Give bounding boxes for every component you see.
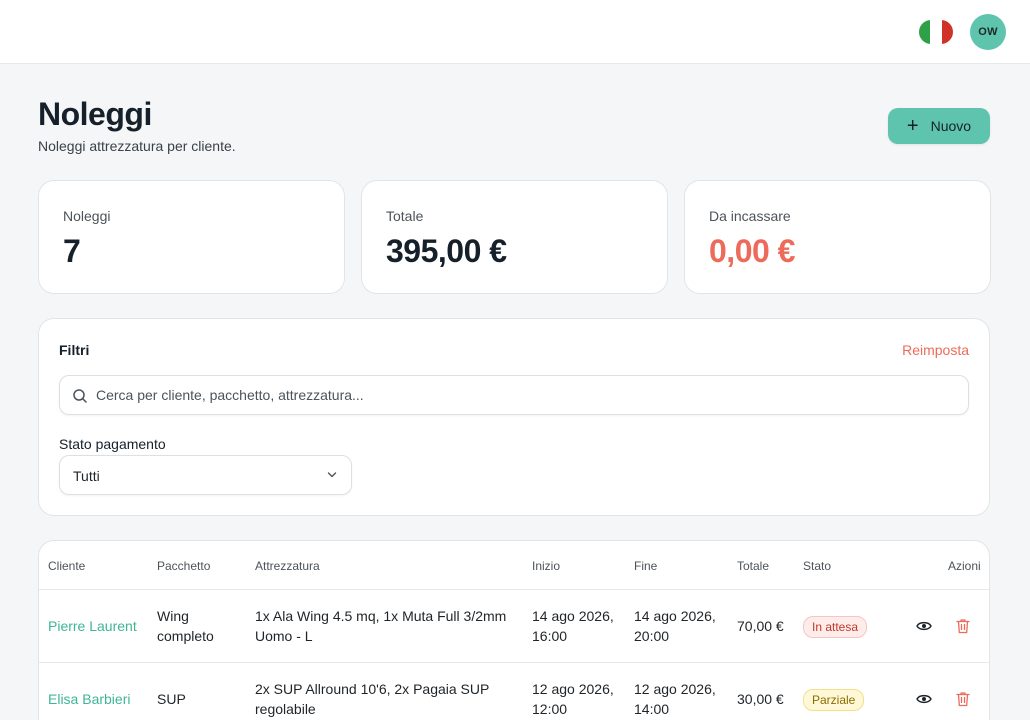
flag-red-stripe bbox=[941, 20, 953, 44]
table-row[interactable]: Elisa Barbieri SUP 2x SUP Allround 10'6,… bbox=[39, 663, 989, 720]
avatar[interactable]: OW bbox=[970, 14, 1006, 50]
equipment-cell: 1x Ala Wing 4.5 mq, 1x Muta Full 3/2mm U… bbox=[255, 606, 506, 646]
new-button-label: Nuovo bbox=[930, 118, 972, 134]
page-title: Noleggi bbox=[38, 96, 152, 132]
equipment-line: 2x SUP Allround 10'6, 2x Pagaia SUP bbox=[255, 681, 490, 697]
top-bar: OW bbox=[0, 0, 1030, 64]
plus-icon: + bbox=[906, 115, 919, 137]
delete-button[interactable] bbox=[953, 616, 973, 636]
start-time: 16:00 bbox=[532, 628, 568, 644]
payment-status-select[interactable]: Tutti bbox=[59, 455, 352, 495]
stat-label: Da incassare bbox=[709, 208, 791, 224]
trash-icon bbox=[956, 619, 970, 634]
eye-icon bbox=[916, 694, 932, 704]
filters-title: Filtri bbox=[59, 342, 90, 358]
stat-label: Noleggi bbox=[63, 208, 111, 224]
view-button[interactable] bbox=[914, 689, 934, 709]
stat-card-due: Da incassare 0,00 € bbox=[684, 180, 991, 294]
end-time: 20:00 bbox=[634, 628, 670, 644]
search-icon bbox=[73, 389, 87, 403]
end-cell: 14 ago 2026, 20:00 bbox=[634, 606, 716, 646]
column-header-start[interactable]: Inizio bbox=[532, 559, 560, 573]
stat-card-rentals: Noleggi 7 bbox=[38, 180, 345, 294]
start-date: 14 ago 2026, bbox=[532, 608, 614, 624]
stat-label: Totale bbox=[386, 208, 424, 224]
filters-panel: Filtri Reimposta Stato pagamento Tutti bbox=[38, 318, 990, 516]
column-header-end[interactable]: Fine bbox=[634, 559, 657, 573]
chevron-down-icon bbox=[327, 472, 337, 478]
column-header-package[interactable]: Pacchetto bbox=[157, 559, 210, 573]
start-date: 12 ago 2026, bbox=[532, 681, 614, 697]
package-cell: Wing completo bbox=[157, 606, 214, 646]
stat-value: 7 bbox=[63, 233, 81, 269]
reset-filters-link[interactable]: Reimposta bbox=[902, 342, 969, 358]
total-cell: 30,00 € bbox=[737, 691, 784, 707]
package-cell: SUP bbox=[157, 689, 186, 709]
table-row[interactable]: Pierre Laurent Wing completo 1x Ala Wing… bbox=[39, 590, 989, 663]
stat-value: 0,00 € bbox=[709, 233, 795, 269]
end-date: 14 ago 2026, bbox=[634, 608, 716, 624]
column-header-total[interactable]: Totale bbox=[737, 559, 769, 573]
end-time: 14:00 bbox=[634, 701, 670, 717]
equipment-line: regolabile bbox=[255, 701, 316, 717]
trash-icon bbox=[956, 692, 970, 707]
search-input[interactable] bbox=[96, 376, 956, 414]
eye-icon bbox=[916, 621, 932, 631]
package-line: completo bbox=[157, 628, 214, 644]
flag-white-stripe bbox=[930, 20, 942, 44]
italy-flag-icon[interactable] bbox=[919, 20, 953, 44]
end-date: 12 ago 2026, bbox=[634, 681, 716, 697]
column-header-client[interactable]: Cliente bbox=[48, 559, 85, 573]
total-cell: 70,00 € bbox=[737, 618, 784, 634]
payment-status-value: Tutti bbox=[73, 468, 100, 484]
new-rental-button[interactable]: + Nuovo bbox=[888, 108, 990, 144]
status-badge: In attesa bbox=[803, 616, 868, 638]
column-header-status[interactable]: Stato bbox=[803, 559, 831, 573]
search-box bbox=[59, 375, 969, 415]
stat-card-total: Totale 395,00 € bbox=[361, 180, 668, 294]
client-link[interactable]: Elisa Barbieri bbox=[48, 689, 130, 709]
client-link[interactable]: Pierre Laurent bbox=[48, 616, 137, 636]
stat-value: 395,00 € bbox=[386, 233, 507, 269]
column-header-actions: Azioni bbox=[948, 559, 981, 573]
package-line: Wing bbox=[157, 608, 189, 624]
equipment-cell: 2x SUP Allround 10'6, 2x Pagaia SUP rego… bbox=[255, 679, 489, 719]
start-time: 12:00 bbox=[532, 701, 568, 717]
rentals-table: Cliente Pacchetto Attrezzatura Inizio Fi… bbox=[38, 540, 990, 720]
status-badge: Parziale bbox=[803, 689, 865, 711]
equipment-line: Uomo - L bbox=[255, 628, 313, 644]
equipment-line: 1x Ala Wing 4.5 mq, 1x Muta Full 3/2mm bbox=[255, 608, 507, 624]
payment-status-label: Stato pagamento bbox=[59, 436, 166, 452]
delete-button[interactable] bbox=[953, 689, 973, 709]
end-cell: 12 ago 2026, 14:00 bbox=[634, 679, 716, 719]
view-button[interactable] bbox=[914, 616, 934, 636]
start-cell: 14 ago 2026, 16:00 bbox=[532, 606, 614, 646]
package-line: SUP bbox=[157, 691, 186, 707]
column-header-equipment[interactable]: Attrezzatura bbox=[255, 559, 320, 573]
page-subtitle: Noleggi attrezzatura per cliente. bbox=[38, 138, 236, 154]
flag-green-stripe bbox=[919, 20, 931, 44]
start-cell: 12 ago 2026, 12:00 bbox=[532, 679, 614, 719]
